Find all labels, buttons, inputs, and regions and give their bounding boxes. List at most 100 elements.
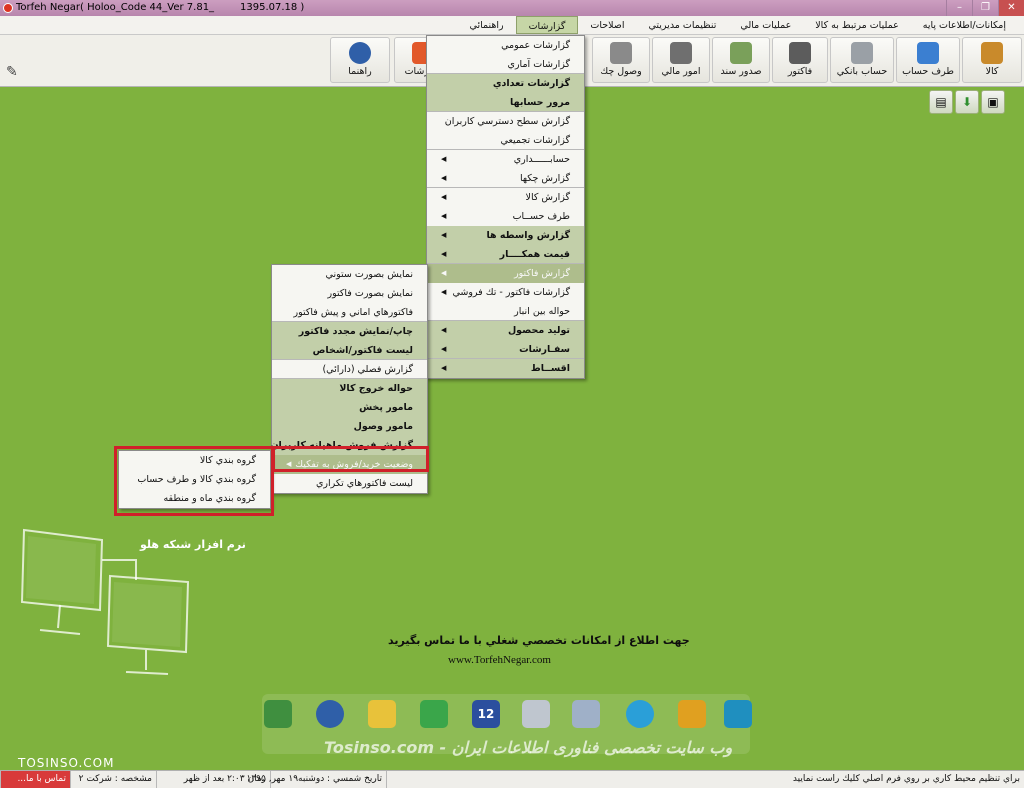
reports-menu-item[interactable]: گزارش واسطه ها ◀ bbox=[427, 226, 584, 245]
toolbar-button-0[interactable]: کالا bbox=[962, 37, 1022, 83]
menu-item-label: ليست فاكتور/اشخاص bbox=[312, 345, 413, 356]
bank-card-icon bbox=[851, 42, 873, 64]
reports-menu-item[interactable]: گزارشات آماري bbox=[427, 55, 584, 74]
menu-item-label: گزارشات تعدادي bbox=[492, 78, 570, 89]
menu-2[interactable]: عمليات مالي bbox=[728, 16, 803, 34]
toolbar-button-6[interactable]: وصول چك bbox=[592, 37, 650, 83]
close-button[interactable]: ✕ bbox=[998, 0, 1024, 16]
reports-menu-item[interactable]: مرور حسابها bbox=[427, 93, 584, 112]
menu-bar: إمکانات/اطلاعات پایه عمليات مرتبط به کالا… bbox=[0, 16, 1024, 35]
invoice-menu-item[interactable]: ليست فاکتورهاي تکراري bbox=[272, 474, 427, 493]
menu-item-label: گزارش چکها bbox=[519, 173, 570, 184]
reports-menu-item[interactable]: حسابــــــداري ◀ bbox=[427, 150, 584, 169]
submenu-arrow-icon: ◀ bbox=[441, 174, 447, 182]
toolbar-button-8[interactable]: راهنما bbox=[330, 37, 390, 83]
toolbar-label: فاکتور bbox=[787, 66, 813, 77]
menu-item-label: سفـارشات bbox=[519, 344, 570, 355]
toolbar-label: طرف حساب bbox=[902, 66, 954, 77]
corner-watermark: TOSINSO.COM bbox=[18, 756, 115, 770]
submenu-arrow-icon: ◀ bbox=[441, 250, 447, 258]
menu-3[interactable]: تنظيمات مديريتي bbox=[637, 16, 729, 34]
logo-icon[interactable] bbox=[724, 700, 752, 728]
toolbar-button-5[interactable]: امور مالي bbox=[652, 37, 710, 83]
toolbar-button-4[interactable]: صدور سند bbox=[712, 37, 770, 83]
reports-menu-item[interactable]: سفـارشات ◀ bbox=[427, 340, 584, 359]
window-title: Torfeh Negar( Holoo_Code 44_Ver 7.81_ bbox=[16, 2, 215, 13]
reports-menu: گزارشات عمومي گزارشات آماري گزارشات تعدادي… bbox=[426, 35, 585, 379]
invoice-menu-item[interactable]: حواله خروج کالا bbox=[272, 379, 427, 398]
toolbar-label: حساب بانکي bbox=[836, 66, 888, 77]
reports-menu-item[interactable]: گزارشات تجميعي bbox=[427, 131, 584, 150]
window-layout-icon[interactable]: ▤ bbox=[929, 90, 953, 114]
invoice-menu-item[interactable]: مامور پخش bbox=[272, 398, 427, 417]
notepad-icon[interactable] bbox=[572, 700, 600, 728]
exit-door-icon[interactable] bbox=[264, 700, 292, 728]
app-icon bbox=[3, 3, 13, 13]
reports-menu-item[interactable]: قيمت همکــــار ◀ bbox=[427, 245, 584, 264]
network-icon[interactable] bbox=[678, 700, 706, 728]
menu-item-label: حسابــــــداري bbox=[513, 154, 570, 165]
reports-menu-item[interactable]: گزارشات فاکتور - تك فروشي ◀ bbox=[427, 283, 584, 302]
submenu-arrow-icon: ◀ bbox=[441, 193, 447, 201]
reports-menu-item[interactable]: توليد محصول ◀ bbox=[427, 321, 584, 340]
contact-message: جهت اطلاع از امکانات تخصصي شغلي با ما تم… bbox=[388, 634, 690, 647]
menu-item-label: اقســاط bbox=[530, 363, 570, 374]
highlight-box-status bbox=[272, 446, 429, 472]
toolbar-label: راهنما bbox=[348, 66, 372, 77]
reports-menu-item[interactable]: گزارش کالا ◀ bbox=[427, 188, 584, 207]
reports-menu-item[interactable]: طرف حســاب ◀ bbox=[427, 207, 584, 226]
invoice-menu-item[interactable]: نمايش بصورت ستوني bbox=[272, 265, 427, 284]
telegram-icon[interactable] bbox=[626, 700, 654, 728]
invoice-menu-item[interactable]: مامور وصول bbox=[272, 417, 427, 436]
contact-us-button[interactable]: تماس با ما... bbox=[0, 771, 70, 788]
side-tools: ▤ ⬇ ▣ bbox=[929, 90, 1009, 116]
menu-item-label: گزارشات تجميعي bbox=[500, 135, 570, 146]
submenu-arrow-icon: ◀ bbox=[441, 231, 447, 239]
weather-icon[interactable] bbox=[368, 700, 396, 728]
submenu-arrow-icon: ◀ bbox=[441, 364, 447, 372]
menu-item-label: فاکتورهاي اماني و پيش فاکتور bbox=[293, 307, 413, 318]
website-link[interactable]: www.TorfehNegar.com bbox=[448, 654, 551, 666]
title-bar: Torfeh Negar( Holoo_Code 44_Ver 7.81_ 13… bbox=[0, 0, 1024, 16]
document-pen-icon bbox=[730, 42, 752, 64]
menu-item-label: مامور پخش bbox=[359, 402, 413, 413]
menu-item-label: گزارشات عمومي bbox=[501, 40, 570, 51]
help-icon[interactable] bbox=[316, 700, 344, 728]
invoice-menu-item[interactable]: فاکتورهاي اماني و پيش فاکتور bbox=[272, 303, 427, 322]
phone-icon[interactable] bbox=[420, 700, 448, 728]
reports-menu-item[interactable]: حواله بين انبار bbox=[427, 302, 584, 321]
minimize-button[interactable]: – bbox=[946, 0, 972, 16]
toolbar-button-3[interactable]: فاکتور bbox=[772, 37, 828, 83]
calculator-icon[interactable] bbox=[522, 700, 550, 728]
submenu-arrow-icon: ◀ bbox=[441, 269, 447, 277]
invoice-menu-item[interactable]: چاپ/نمايش مجدد فاكتور bbox=[272, 322, 427, 341]
reports-menu-item[interactable]: گزارش فاكتور ◀ bbox=[427, 264, 584, 283]
download-arrow-icon[interactable]: ⬇ bbox=[955, 90, 979, 114]
menu-item-label: توليد محصول bbox=[507, 325, 570, 336]
reports-menu-item[interactable]: گزارش سطح دسترسي کاربران bbox=[427, 112, 584, 131]
reports-menu-item[interactable]: گزارشات تعدادي bbox=[427, 74, 584, 93]
toolbar-button-1[interactable]: طرف حساب bbox=[896, 37, 960, 83]
menu-4[interactable]: اصلاحات bbox=[578, 16, 636, 34]
calendar-icon[interactable]: 12 bbox=[472, 700, 500, 728]
toolbar-label: صدور سند bbox=[720, 66, 762, 77]
menu-6[interactable]: راهنمائي bbox=[458, 16, 516, 34]
menu-0[interactable]: إمکانات/اطلاعات پایه bbox=[911, 16, 1018, 34]
company-status: مشخصه : شرکت ۲ bbox=[70, 771, 156, 788]
menu-5[interactable]: گزارشات bbox=[515, 16, 579, 34]
package-icon[interactable]: ▣ bbox=[981, 90, 1005, 114]
calculator-small-icon bbox=[670, 42, 692, 64]
calculator-icon bbox=[789, 42, 811, 64]
reports-menu-item[interactable]: گزارش چکها ◀ bbox=[427, 169, 584, 188]
maximize-button[interactable]: ❐ bbox=[972, 0, 998, 16]
window-date: 1395.07.18 ) bbox=[240, 2, 305, 13]
reports-menu-item[interactable]: اقســاط ◀ bbox=[427, 359, 584, 378]
menu-1[interactable]: عمليات مرتبط به کالا bbox=[803, 16, 911, 34]
menu-item-label: گزارش کالا bbox=[525, 192, 570, 203]
reports-menu-item[interactable]: گزارشات عمومي bbox=[427, 36, 584, 55]
invoice-menu-item[interactable]: گزارش فصلي (دارائي) bbox=[272, 360, 427, 379]
invoice-menu-item[interactable]: ليست فاكتور/اشخاص bbox=[272, 341, 427, 360]
invoice-menu-item[interactable]: نمايش بصورت فاكتور bbox=[272, 284, 427, 303]
settings-wrench-icon[interactable]: ✎ bbox=[6, 64, 32, 80]
toolbar-button-2[interactable]: حساب بانکي bbox=[830, 37, 894, 83]
